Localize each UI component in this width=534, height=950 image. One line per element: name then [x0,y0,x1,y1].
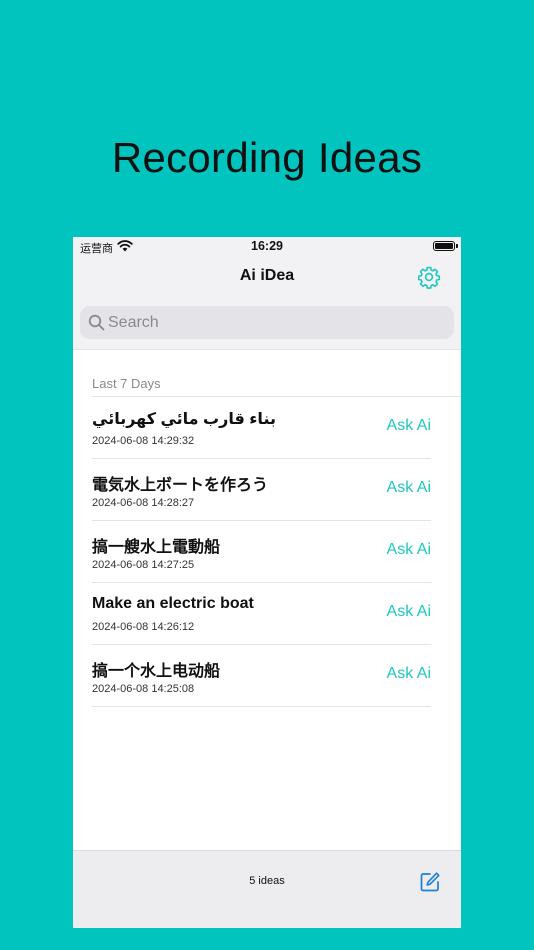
idea-title: Make an electric boat [92,595,254,612]
idea-title: 電気水上ボートを作ろう [92,475,269,494]
gear-icon[interactable] [417,265,441,289]
status-bar: 运营商 16:29 [73,237,461,257]
idea-date: 2024-06-08 14:28:27 [92,497,195,509]
nav-title: Ai iDea [239,267,295,284]
search-bar [73,297,461,350]
search-input[interactable] [108,306,438,339]
ask-ai-button[interactable]: Ask Ai [387,417,431,435]
idea-date: 2024-06-08 14:27:25 [92,559,195,571]
bottom-toolbar: 5 ideas [73,850,461,928]
ask-ai-button[interactable]: Ask Ai [387,603,431,621]
list-item[interactable]: 搞一艘水上電動船 2024-06-08 14:27:25 Ask Ai [73,521,461,583]
list-item[interactable]: 搞一个水上电动船 2024-06-08 14:25:08 Ask Ai [73,645,461,707]
idea-count: 5 ideas [249,875,285,887]
ask-ai-button[interactable]: Ask Ai [387,479,431,497]
idea-date: 2024-06-08 14:25:08 [92,683,195,695]
list-item[interactable]: بناء قارب مائي كهربائي 2024-06-08 14:29:… [73,397,461,459]
idea-title: بناء قارب مائي كهربائي [92,411,276,428]
list-item[interactable]: Make an electric boat 2024-06-08 14:26:1… [73,583,461,645]
ideas-list: بناء قارب مائي كهربائي 2024-06-08 14:29:… [73,397,461,707]
idea-title: 搞一个水上电动船 [92,661,221,680]
ask-ai-button[interactable]: Ask Ai [387,541,431,559]
ask-ai-button[interactable]: Ask Ai [387,665,431,683]
battery-icon [433,241,458,251]
list-item[interactable]: 電気水上ボートを作ろう 2024-06-08 14:28:27 Ask Ai [73,459,461,521]
headline: Recording Ideas [111,134,423,181]
nav-bar: Ai iDea [73,257,461,297]
idea-title: 搞一艘水上電動船 [92,537,221,556]
section-header: Last 7 Days [92,376,161,391]
compose-icon[interactable] [419,871,441,893]
phone-screen: 运营商 16:29 Ai iDea Last 7 Days [73,237,461,928]
search-icon [88,314,105,331]
idea-date: 2024-06-08 14:26:12 [92,621,195,633]
search-box[interactable] [80,306,454,339]
status-time: 16:29 [251,239,283,253]
idea-date: 2024-06-08 14:29:32 [92,435,195,447]
